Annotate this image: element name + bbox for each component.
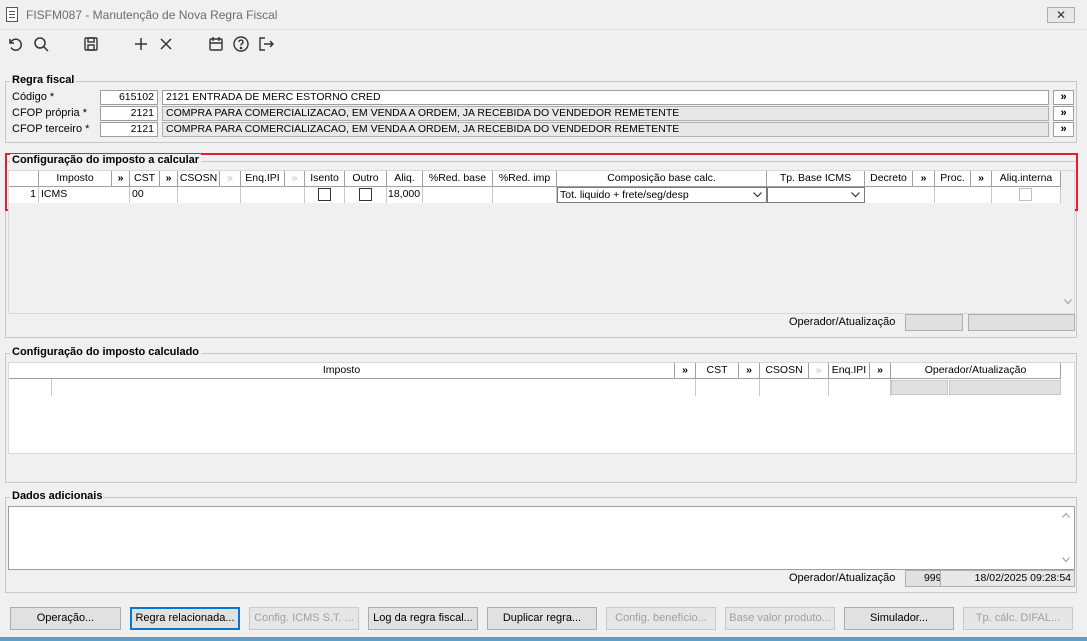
imposto-chevron[interactable]: » bbox=[112, 171, 130, 186]
col-composicao[interactable]: Composição base calc. bbox=[557, 171, 767, 186]
col-imposto[interactable]: Imposto bbox=[39, 171, 112, 186]
tp-base-select[interactable] bbox=[767, 187, 865, 203]
imposto-calculado-label: Configuração do imposto calculado bbox=[10, 346, 202, 358]
log-regra-fiscal-button[interactable]: Log da regra fiscal... bbox=[368, 607, 478, 630]
codigo-lookup-button[interactable]: » bbox=[1053, 90, 1074, 105]
app-icon bbox=[6, 7, 18, 22]
calc-operador-field bbox=[905, 314, 963, 331]
decreto-chevron[interactable]: » bbox=[913, 171, 935, 186]
config-beneficio-button[interactable]: Config. benefício... bbox=[606, 607, 716, 630]
config-icms-st-button[interactable]: Config. ICMS S.T. ... bbox=[249, 607, 359, 630]
add-icon[interactable] bbox=[131, 34, 151, 54]
close-button[interactable]: ✕ bbox=[1047, 7, 1075, 23]
col-calc-csosn[interactable]: CSOSN bbox=[760, 363, 809, 378]
col-calc-operador[interactable]: Operador/Atualização bbox=[891, 363, 1061, 378]
isento-checkbox[interactable] bbox=[318, 188, 331, 201]
col-decreto[interactable]: Decreto bbox=[865, 171, 913, 186]
col-aliq-interna[interactable]: Aliq.interna bbox=[992, 171, 1061, 186]
save-icon[interactable] bbox=[81, 34, 101, 54]
codigo-desc-field[interactable]: 2121 ENTRADA DE MERC ESTORNO CRED bbox=[162, 90, 1049, 105]
calc-enq-ipi-chevron[interactable]: » bbox=[870, 363, 891, 378]
cfop-propria-field[interactable]: 2121 bbox=[100, 106, 158, 121]
undo-icon[interactable] bbox=[5, 34, 25, 54]
col-calc-enq-ipi[interactable]: Enq.IPI bbox=[829, 363, 870, 378]
col-cst[interactable]: CST bbox=[130, 171, 160, 186]
base-valor-produto-button[interactable]: Base valor produto... bbox=[725, 607, 835, 630]
calculado-grid: Imposto » CST » CSOSN » Enq.IPI » Operad… bbox=[8, 362, 1075, 454]
calc-grid: Imposto » CST » CSOSN » Enq.IPI » Isento… bbox=[8, 170, 1075, 314]
row-number: 1 bbox=[9, 187, 39, 203]
col-proc[interactable]: Proc. bbox=[935, 171, 971, 186]
outro-checkbox[interactable] bbox=[359, 188, 372, 201]
dados-atualizacao-field: 18/02/2025 09:28:54 bbox=[940, 570, 1075, 587]
col-csosn[interactable]: CSOSN bbox=[178, 171, 220, 186]
cfop-terceiro-field[interactable]: 2121 bbox=[100, 122, 158, 137]
cfop-terceiro-label: CFOP terceiro * bbox=[12, 123, 90, 135]
delete-icon[interactable] bbox=[156, 34, 176, 54]
aliq-interna-checkbox bbox=[1019, 188, 1032, 201]
csosn-cell[interactable] bbox=[178, 187, 241, 203]
imposto-calcular-label: Configuração do imposto a calcular bbox=[10, 154, 202, 166]
proc-cell[interactable] bbox=[935, 187, 992, 203]
chevron-down-icon bbox=[753, 192, 762, 198]
aliq-cell[interactable]: 18,000 bbox=[387, 187, 423, 203]
dados-scrollbar[interactable] bbox=[1059, 507, 1074, 569]
simulador-button[interactable]: Simulador... bbox=[844, 607, 954, 630]
cfop-propria-lookup-button[interactable]: » bbox=[1053, 106, 1074, 121]
cst-chevron[interactable]: » bbox=[160, 171, 178, 186]
calc-scrollbar[interactable] bbox=[1061, 171, 1075, 313]
col-red-imp[interactable]: %Red. imp bbox=[493, 171, 557, 186]
calc-imposto-chevron[interactable]: » bbox=[675, 363, 696, 378]
cfop-propria-label: CFOP própria * bbox=[12, 107, 87, 119]
calc-csosn-chevron: » bbox=[809, 363, 829, 378]
calendar-icon[interactable] bbox=[206, 34, 226, 54]
operacao-button[interactable]: Operação... bbox=[10, 607, 121, 630]
regra-fiscal-label: Regra fiscal bbox=[10, 74, 77, 86]
composicao-select[interactable]: Tot. liquido + frete/seg/desp bbox=[557, 187, 767, 203]
col-calc-imposto[interactable]: Imposto bbox=[9, 363, 675, 378]
col-outro[interactable]: Outro bbox=[345, 171, 387, 186]
regra-relacionada-button[interactable]: Regra relacionada... bbox=[130, 607, 240, 630]
bottom-edge bbox=[0, 637, 1087, 641]
cfop-terceiro-lookup-button[interactable]: » bbox=[1053, 122, 1074, 137]
red-imp-cell[interactable] bbox=[493, 187, 557, 203]
codigo-label: Código * bbox=[12, 91, 55, 103]
col-enq-ipi[interactable]: Enq.IPI bbox=[241, 171, 285, 186]
dados-adicionais-label: Dados adicionais bbox=[10, 490, 105, 502]
help-icon[interactable] bbox=[231, 34, 251, 54]
red-base-cell[interactable] bbox=[423, 187, 493, 203]
enq-ipi-chevron: » bbox=[285, 171, 305, 186]
title-bar: FISFM087 - Manutenção de Nova Regra Fisc… bbox=[0, 0, 1087, 30]
dados-adicionais-textarea[interactable] bbox=[8, 506, 1075, 570]
col-aliq[interactable]: Aliq. bbox=[387, 171, 423, 186]
cfop-propria-desc: COMPRA PARA COMERCIALIZACAO, EM VENDA A … bbox=[162, 106, 1049, 121]
calc-cst-chevron[interactable]: » bbox=[739, 363, 760, 378]
cfop-terceiro-desc: COMPRA PARA COMERCIALIZACAO, EM VENDA A … bbox=[162, 122, 1049, 137]
proc-chevron[interactable]: » bbox=[971, 171, 992, 186]
codigo-field[interactable]: 615102 bbox=[100, 90, 158, 105]
col-tp-base[interactable]: Tp. Base ICMS bbox=[767, 171, 865, 186]
cst-cell[interactable]: 00 bbox=[130, 187, 178, 203]
imposto-cell[interactable]: ICMS bbox=[39, 187, 130, 203]
chevron-down-icon bbox=[851, 192, 860, 198]
search-icon[interactable] bbox=[31, 34, 51, 54]
calc-atualizacao-field bbox=[968, 314, 1075, 331]
dados-operador-label: Operador/Atualização bbox=[789, 572, 896, 584]
table-row[interactable]: 1 ICMS 00 18,000 Tot. liquido + frete/se… bbox=[9, 187, 1061, 203]
tp-calc-difal-button[interactable]: Tp. cálc. DIFAL... bbox=[963, 607, 1073, 630]
col-calc-cst[interactable]: CST bbox=[696, 363, 739, 378]
col-isento[interactable]: Isento bbox=[305, 171, 345, 186]
enq-ipi-cell[interactable] bbox=[241, 187, 305, 203]
csosn-chevron: » bbox=[220, 171, 241, 186]
window-title: FISFM087 - Manutenção de Nova Regra Fisc… bbox=[26, 8, 278, 22]
col-red-base[interactable]: %Red. base bbox=[423, 171, 493, 186]
composicao-value: Tot. liquido + frete/seg/desp bbox=[560, 189, 689, 201]
calc-operador-label: Operador/Atualização bbox=[789, 316, 896, 328]
exit-icon[interactable] bbox=[256, 34, 276, 54]
duplicar-regra-button[interactable]: Duplicar regra... bbox=[487, 607, 597, 630]
decreto-cell[interactable] bbox=[865, 187, 935, 203]
table-row[interactable] bbox=[9, 379, 1061, 396]
